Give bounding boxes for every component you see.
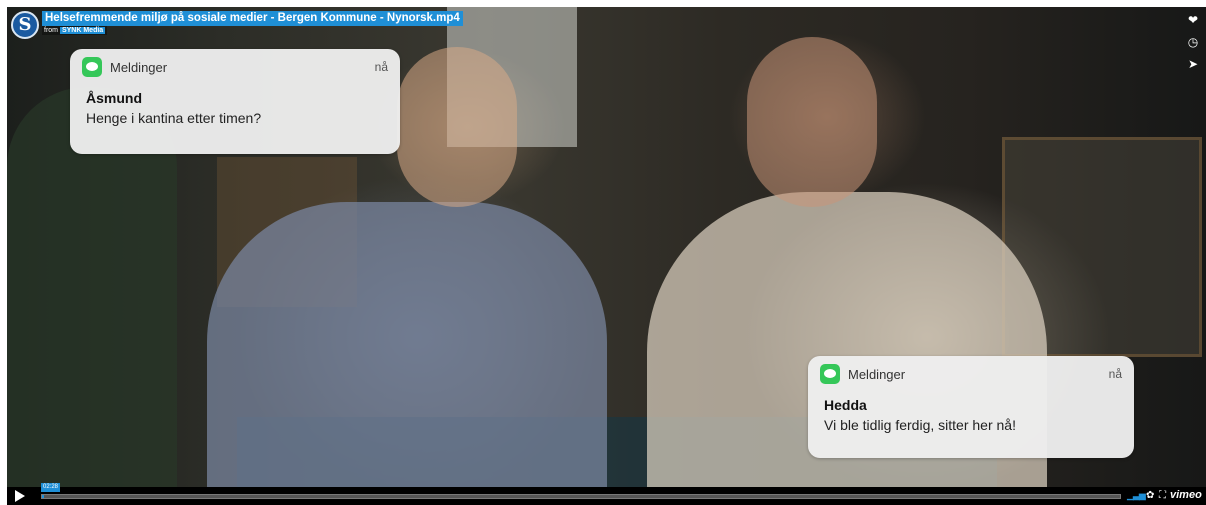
- messages-app-icon: [820, 364, 840, 384]
- control-bar: 02:28 ▁▃▅ ✿ ⛶ vimeo: [7, 483, 1206, 505]
- notification-app-name: Meldinger: [110, 59, 168, 75]
- play-button[interactable]: [15, 490, 25, 502]
- channel-logo[interactable]: S: [11, 11, 39, 39]
- fullscreen-icon[interactable]: ⛶: [1159, 490, 1166, 501]
- notification-sender: Hedda: [824, 397, 867, 413]
- share-icon[interactable]: ➤: [1186, 57, 1200, 71]
- notification-time: nå: [374, 60, 388, 74]
- scene-person-head: [747, 37, 877, 207]
- message-notification: Meldinger nå Hedda Vi ble tidlig ferdig,…: [808, 356, 1134, 458]
- scene-person: [207, 202, 607, 487]
- settings-icon[interactable]: ✿: [1146, 490, 1154, 501]
- watch-later-icon[interactable]: ◷: [1186, 35, 1200, 49]
- video-player[interactable]: S Helsefremmende miljø på sosiale medier…: [7, 7, 1206, 505]
- scene-person-head: [397, 47, 517, 207]
- current-time-badge: 02:28: [41, 483, 61, 492]
- volume-icon[interactable]: ▁▃▅: [1127, 490, 1146, 501]
- progress-fill: [42, 495, 45, 498]
- author-link[interactable]: SYNK Media: [59, 27, 106, 34]
- video-title-link[interactable]: Helsefremmende miljø på sosiale medier -…: [42, 11, 463, 26]
- notification-app-name: Meldinger: [848, 366, 906, 382]
- message-notification: Meldinger nå Åsmund Henge i kantina ette…: [70, 49, 400, 154]
- byline-prefix: from: [44, 27, 58, 34]
- like-icon[interactable]: ❤: [1186, 13, 1200, 27]
- notification-message: Vi ble tidlig ferdig, sitter her nå!: [824, 417, 1016, 433]
- notification-body: Hedda Vi ble tidlig ferdig, sitter her n…: [808, 392, 1134, 435]
- byline: from SYNK Media: [42, 26, 108, 35]
- progress-bar[interactable]: [41, 494, 1121, 499]
- notification-sender: Åsmund: [86, 90, 142, 106]
- notification-body: Åsmund Henge i kantina etter timen?: [70, 85, 400, 128]
- messages-app-icon: [82, 57, 102, 77]
- notification-message: Henge i kantina etter timen?: [86, 110, 262, 126]
- notification-header: Meldinger nå: [70, 49, 400, 85]
- notification-time: nå: [1108, 367, 1122, 381]
- notification-header: Meldinger nå: [808, 356, 1134, 392]
- vimeo-brand-link[interactable]: vimeo: [1170, 489, 1202, 502]
